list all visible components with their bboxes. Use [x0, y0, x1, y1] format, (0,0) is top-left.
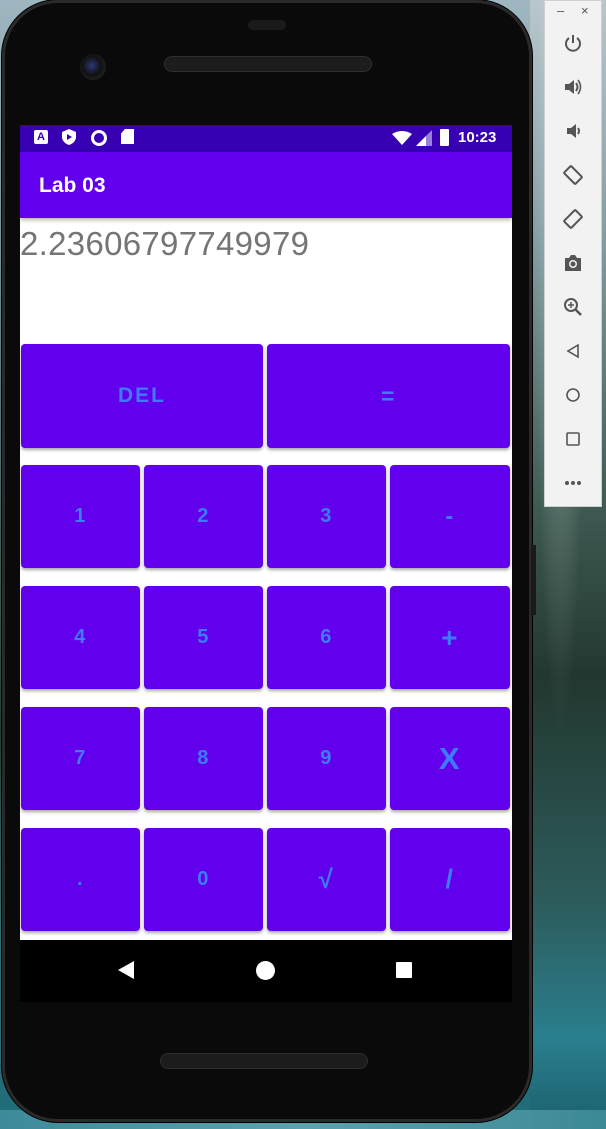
digit-8-button[interactable]: 8 — [144, 707, 263, 810]
home-circle-icon[interactable] — [559, 381, 587, 409]
bottom-speaker — [160, 1053, 368, 1069]
signal-icon — [416, 130, 432, 146]
play-protect-icon — [62, 129, 76, 145]
emulator-toolbar: – × — [544, 0, 602, 507]
more-options-icon[interactable] — [559, 469, 587, 497]
digit-1-button[interactable]: 1 — [21, 465, 140, 568]
divide-button[interactable]: / — [390, 828, 510, 931]
rotate-left-icon[interactable] — [559, 161, 587, 189]
sd-card-icon — [121, 129, 134, 144]
minimize-button[interactable]: – — [557, 3, 564, 18]
overview-square-icon[interactable] — [559, 425, 587, 453]
volume-down-icon[interactable] — [559, 117, 587, 145]
nav-overview-icon[interactable] — [396, 962, 412, 978]
square-root-button[interactable]: √ — [267, 828, 386, 931]
calculator-display: 2.23606797749979 — [20, 225, 310, 262]
app-title: Lab 03 — [39, 174, 106, 197]
circle-icon — [91, 130, 107, 146]
phone-side-button — [531, 545, 536, 615]
battery-icon — [440, 129, 449, 146]
digit-5-button[interactable]: 5 — [144, 586, 263, 689]
plus-button[interactable]: + — [390, 586, 510, 689]
zoom-icon[interactable] — [559, 293, 587, 321]
delete-button[interactable]: DEL — [21, 344, 263, 448]
front-camera — [80, 54, 106, 80]
wifi-icon — [392, 131, 412, 145]
camera-screenshot-icon[interactable] — [559, 249, 587, 277]
phone-screen: A 10:23 Lab 03 2.23606797749979 DEL = 1 … — [20, 125, 512, 1000]
nav-home-icon[interactable] — [256, 961, 275, 980]
close-button[interactable]: × — [581, 3, 589, 18]
digit-9-button[interactable]: 9 — [267, 707, 386, 810]
digit-0-button[interactable]: 0 — [144, 828, 263, 931]
navigation-bar — [20, 940, 512, 1002]
back-triangle-icon[interactable] — [559, 337, 587, 365]
status-time: 10:23 — [458, 129, 497, 146]
volume-up-icon[interactable] — [559, 73, 587, 101]
digit-3-button[interactable]: 3 — [267, 465, 386, 568]
earpiece-speaker — [164, 56, 372, 72]
status-bar: A 10:23 — [20, 125, 512, 152]
minus-button[interactable]: - — [390, 465, 510, 568]
equals-button[interactable]: = — [267, 344, 510, 448]
app-bar: Lab 03 — [20, 152, 512, 218]
digit-7-button[interactable]: 7 — [21, 707, 140, 810]
digit-2-button[interactable]: 2 — [144, 465, 263, 568]
decimal-point-button[interactable]: . — [21, 828, 140, 931]
rotate-right-icon[interactable] — [559, 205, 587, 233]
digit-4-button[interactable]: 4 — [21, 586, 140, 689]
a-notification-icon: A — [34, 130, 48, 144]
top-notch — [248, 20, 286, 30]
power-icon[interactable] — [559, 29, 587, 57]
multiply-button[interactable]: X — [390, 707, 510, 810]
nav-back-icon[interactable] — [118, 961, 134, 979]
digit-6-button[interactable]: 6 — [267, 586, 386, 689]
